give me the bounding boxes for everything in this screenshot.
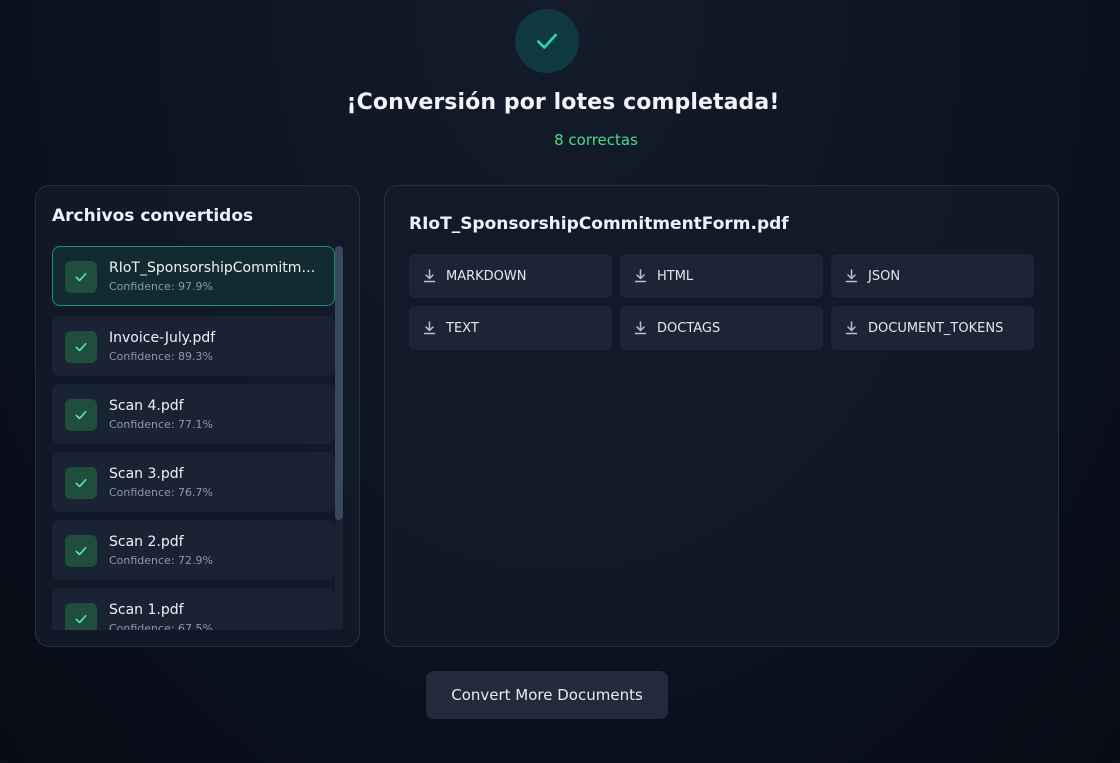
file-confidence: Confidence: 72.9%	[109, 554, 213, 567]
converted-files-title: Archivos convertidos	[52, 206, 254, 226]
download-icon	[634, 321, 647, 335]
batch-result-screen: ¡Conversión por lotes completada! 8 corr…	[0, 0, 1120, 763]
file-list-item[interactable]: Scan 4.pdf Confidence: 77.1%	[52, 384, 335, 444]
check-icon	[75, 343, 87, 352]
convert-more-button[interactable]: Convert More Documents	[426, 671, 668, 719]
file-confidence: Confidence: 77.1%	[109, 418, 213, 431]
download-json-button[interactable]: JSON	[831, 254, 1034, 298]
converted-files-panel: Archivos convertidos RIoT_SponsorshipCom…	[35, 185, 360, 647]
check-icon	[537, 33, 557, 49]
file-confidence: Confidence: 97.9%	[109, 280, 213, 293]
file-confidence: Confidence: 76.7%	[109, 486, 213, 499]
download-icon	[634, 269, 647, 283]
selected-document-title: RIoT_SponsorshipCommitmentForm.pdf	[409, 214, 789, 234]
file-name: RIoT_SponsorshipCommitmentForm.pdf	[109, 260, 323, 276]
file-list-item[interactable]: Scan 1.pdf Confidence: 67.5%	[52, 588, 335, 630]
file-name: Scan 1.pdf	[109, 602, 184, 618]
file-name: Scan 3.pdf	[109, 466, 184, 482]
file-name: Invoice-July.pdf	[109, 330, 216, 346]
check-icon	[75, 273, 87, 282]
download-icon	[845, 269, 858, 283]
download-format-label: TEXT	[446, 320, 479, 336]
file-status-check	[65, 603, 97, 630]
file-confidence: Confidence: 89.3%	[109, 350, 213, 363]
check-icon	[75, 411, 87, 420]
download-format-label: MARKDOWN	[446, 268, 527, 284]
file-name: Scan 2.pdf	[109, 534, 184, 550]
file-list-item[interactable]: RIoT_SponsorshipCommitmentForm.pdf Confid…	[52, 246, 335, 306]
file-confidence: Confidence: 67.5%	[109, 622, 213, 630]
download-icon	[845, 321, 858, 335]
file-status-check	[65, 261, 97, 293]
file-name: Scan 4.pdf	[109, 398, 184, 414]
success-count: 8 correctas	[554, 131, 638, 149]
download-html-button[interactable]: HTML	[620, 254, 823, 298]
file-status-check	[65, 535, 97, 567]
download-icon	[423, 321, 436, 335]
success-badge	[515, 9, 579, 73]
file-list-item[interactable]: Scan 2.pdf Confidence: 72.9%	[52, 520, 335, 580]
download-text-button[interactable]: TEXT	[409, 306, 612, 350]
scrollbar-thumb[interactable]	[335, 246, 343, 520]
check-icon	[75, 615, 87, 624]
download-doctags-button[interactable]: DOCTAGS	[620, 306, 823, 350]
download-icon	[423, 269, 436, 283]
download-format-label: JSON	[868, 268, 901, 284]
page-title: ¡Conversión por lotes completada!	[346, 90, 780, 115]
download-format-label: DOCTAGS	[657, 320, 721, 336]
check-icon	[75, 479, 87, 488]
file-status-check	[65, 331, 97, 363]
download-markdown-button[interactable]: MARKDOWN	[409, 254, 612, 298]
document-detail-panel: RIoT_SponsorshipCommitmentForm.pdf MARKD…	[384, 185, 1059, 647]
file-list-item[interactable]: Scan 3.pdf Confidence: 76.7%	[52, 452, 335, 512]
check-icon	[75, 547, 87, 556]
file-status-check	[65, 399, 97, 431]
file-list-item[interactable]: Invoice-July.pdf Confidence: 89.3%	[52, 316, 335, 376]
file-status-check	[65, 467, 97, 499]
download-document-tokens-button[interactable]: DOCUMENT_TOKENS	[831, 306, 1034, 350]
file-list[interactable]: RIoT_SponsorshipCommitmentForm.pdf Confid…	[52, 246, 336, 630]
file-list-scrollbar[interactable]	[335, 246, 343, 630]
download-format-label: DOCUMENT_TOKENS	[868, 320, 1004, 336]
download-format-label: HTML	[657, 268, 694, 284]
